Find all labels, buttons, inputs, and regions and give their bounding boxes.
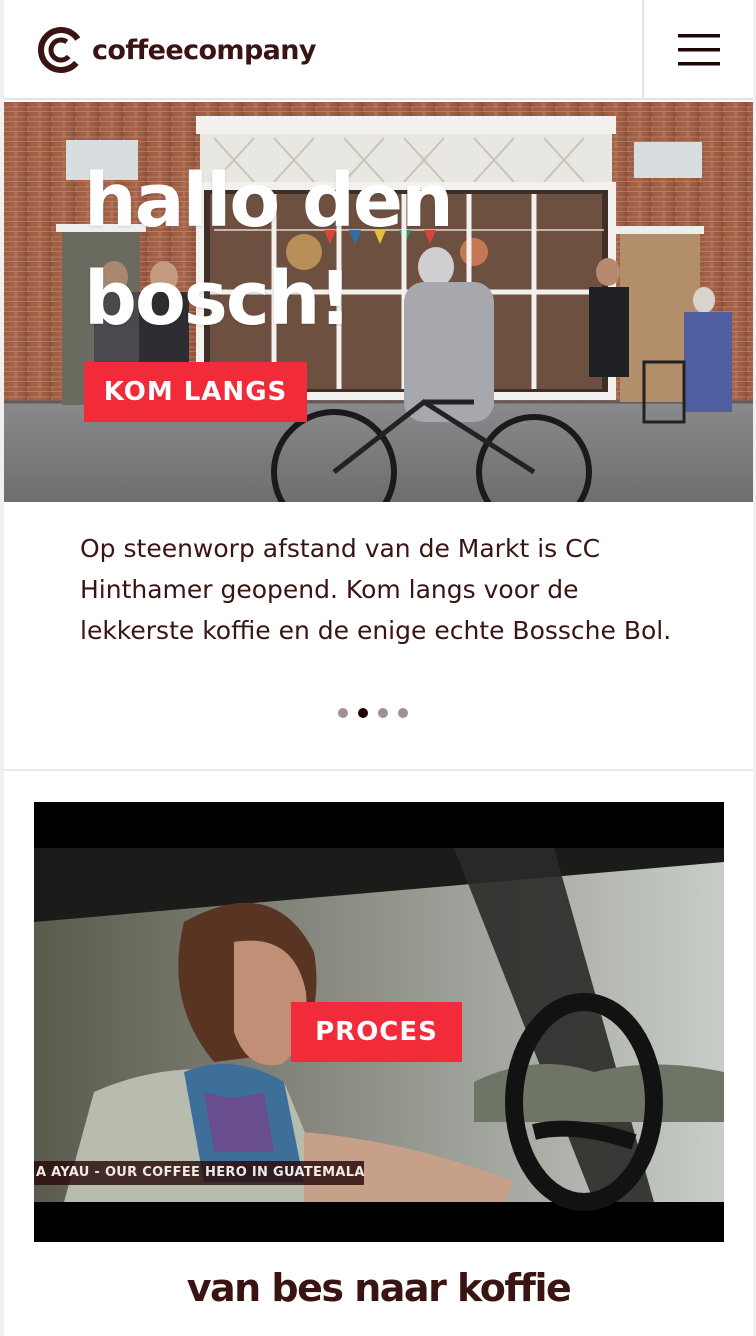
logo-text: coffeecompany: [92, 34, 317, 66]
carousel-dots: [338, 708, 408, 718]
video-caption: A AYAU - OUR COFFEE HERO IN GUATEMALA: [34, 1161, 364, 1185]
slide-description: Op steenworp afstand van de Markt is CC …: [80, 534, 672, 645]
menu-button[interactable]: [642, 0, 753, 100]
carousel-dot-4[interactable]: [398, 708, 408, 718]
hamburger-menu-icon: [677, 34, 720, 66]
page: coffeecompany hallo den bosch! KOM LANGS…: [0, 0, 756, 1336]
hero-slide: hallo den bosch! KOM LANGS: [4, 102, 753, 502]
carousel-dot-1[interactable]: [338, 708, 348, 718]
logo[interactable]: coffeecompany: [36, 24, 317, 76]
proces-button[interactable]: PROCES: [291, 1002, 462, 1062]
hero-title: hallo den bosch!: [84, 158, 454, 342]
site-header: coffeecompany: [4, 0, 753, 100]
kom-langs-button[interactable]: KOM LANGS: [84, 362, 307, 422]
carousel-dot-2[interactable]: [358, 708, 368, 718]
logo-mark-icon: [38, 27, 84, 73]
video-card[interactable]: A AYAU - OUR COFFEE HERO IN GUATEMALA PR…: [34, 802, 724, 1242]
carousel-dot-3[interactable]: [378, 708, 388, 718]
section-title: van bes naar koffie: [186, 1266, 572, 1310]
section-divider: [4, 769, 753, 771]
